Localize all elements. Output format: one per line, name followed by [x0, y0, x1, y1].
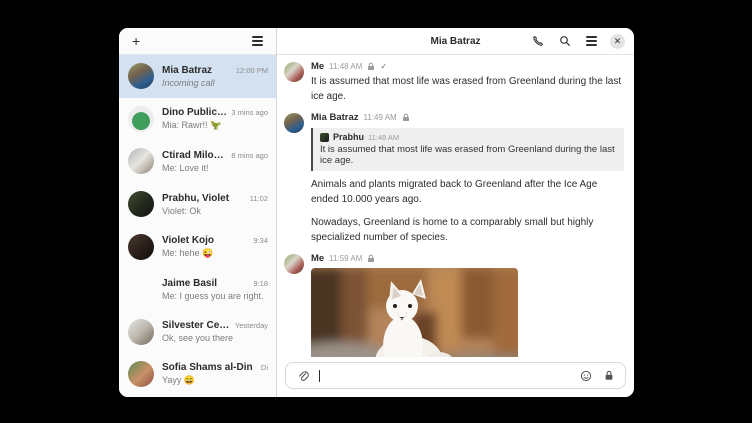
conversation-name: Sofia Shams al-Din: [162, 362, 253, 373]
close-icon: ✕: [614, 37, 622, 46]
conversation-time: 8 mins ago: [231, 151, 268, 160]
conversation-preview: Violet: Ok: [162, 206, 268, 216]
conversation-time: Yesterday: [235, 321, 268, 330]
conversation-time: 9:34: [253, 236, 268, 245]
sidebar-header: +: [119, 28, 276, 55]
avatar: [128, 234, 154, 260]
avatar: [128, 276, 154, 302]
conversation-sidebar: + Mia Batraz 12:00 PM Incoming call: [119, 28, 277, 397]
avatar: [128, 191, 154, 217]
avatar: [284, 62, 304, 82]
conversation-name: Dino Public Chat: [162, 107, 227, 118]
quoted-message[interactable]: Prabhu 11:48 AM It is assumed that most …: [311, 128, 624, 171]
paperclip-icon: [297, 370, 309, 382]
hamburger-icon: [252, 36, 263, 45]
message-time: 11:59 AM: [329, 254, 362, 263]
conversation-name: Ctirad Miloslav: [162, 150, 227, 161]
conversation-time: 12:00 PM: [236, 66, 268, 75]
message-me-1148: Me 11:48 AM ✓ It is assumed that most li…: [284, 60, 624, 104]
chat-header: Mia Batraz ✕: [277, 28, 634, 55]
message-sender: Mia Batraz: [311, 112, 359, 123]
plus-icon: +: [132, 36, 140, 46]
lock-icon: [367, 254, 375, 263]
conversation-time: 11:02: [250, 194, 268, 203]
chat-main-pane: Mia Batraz ✕: [277, 28, 634, 397]
emoji-smiley-icon: [580, 370, 592, 382]
message-mia-1149: Mia Batraz 11:49 AM Prabhu 11:48 AM It i…: [284, 111, 624, 245]
conversation-preview: Me: I guess you are right.: [162, 291, 268, 301]
message-text: Nowadays, Greenland is home to a compara…: [311, 216, 624, 245]
conversation-item-mia-batraz[interactable]: Mia Batraz 12:00 PM Incoming call: [119, 55, 276, 98]
conversation-name: Violet Kojo: [162, 235, 214, 246]
conversation-name: Prabhu, Violet: [162, 193, 229, 204]
conversation-preview: Me: Love it!: [162, 163, 268, 173]
message-sender: Me: [311, 253, 324, 264]
conversation-list: Mia Batraz 12:00 PM Incoming call Dino P…: [119, 55, 276, 397]
avatar: [284, 113, 304, 133]
message-composer: [285, 362, 626, 389]
lock-icon: [604, 370, 614, 381]
avatar: [128, 148, 154, 174]
new-chat-button[interactable]: +: [130, 34, 142, 48]
conversation-item-sofia-shams-al-din[interactable]: Sofia Shams al-Din Di Yayy 😄: [119, 353, 276, 396]
avatar: [284, 254, 304, 274]
conversation-preview: Incoming call: [162, 78, 268, 88]
quote-text: It is assumed that most life was erased …: [320, 144, 616, 166]
close-button[interactable]: ✕: [610, 34, 625, 49]
encryption-lock-button[interactable]: [602, 368, 616, 383]
emoji-picker-button[interactable]: [578, 368, 594, 384]
message-time: 11:49 AM: [364, 113, 397, 122]
call-button[interactable]: [530, 33, 546, 49]
lock-icon: [367, 62, 375, 71]
avatar: [128, 63, 154, 89]
message-text: Animals and plants migrated back to Gree…: [311, 178, 624, 207]
conversation-name: Mia Batraz: [162, 65, 212, 76]
quote-time: 11:48 AM: [368, 133, 399, 142]
avatar: [320, 133, 329, 142]
conversation-item-silvester-cefin[interactable]: Silvester Cefin Yesterday Ok, see you th…: [119, 311, 276, 354]
conversation-item-violet-kojo[interactable]: Violet Kojo 9:34 Me: hehe 😜: [119, 225, 276, 268]
delivered-check-icon: ✓: [380, 62, 387, 71]
lock-icon: [402, 113, 410, 122]
conversation-time: 9:18: [253, 279, 268, 288]
conversation-name: Jaime Basil: [162, 278, 217, 289]
conversation-preview: Mia: Rawr!! 🦖: [162, 120, 268, 131]
arctic-fox-image[interactable]: [311, 268, 518, 357]
conversation-item-jaime-basil[interactable]: Jaime Basil 9:18 Me: I guess you are rig…: [119, 268, 276, 311]
avatar: [128, 106, 154, 132]
conversation-preview: Yayy 😄: [162, 375, 268, 386]
avatar: [128, 361, 154, 387]
conversation-preview: Me: hehe 😜: [162, 248, 268, 259]
message-input[interactable]: [320, 367, 570, 385]
message-text: It is assumed that most life was erased …: [311, 75, 624, 104]
conversation-item-prabhu-violet[interactable]: Prabhu, Violet 11:02 Violet: Ok: [119, 183, 276, 226]
sidebar-menu-button[interactable]: [250, 34, 265, 47]
conversation-item-ctirad-miloslav[interactable]: Ctirad Miloslav 8 mins ago Me: Love it!: [119, 140, 276, 183]
attach-file-button[interactable]: [295, 368, 311, 384]
conversation-preview: Ok, see you there: [162, 333, 268, 343]
message-sender: Me: [311, 61, 324, 72]
conversation-item-dino-public-chat[interactable]: Dino Public Chat 3 mins ago Mia: Rawr!! …: [119, 98, 276, 141]
message-me-1159: Me 11:59 AM: [284, 252, 624, 357]
chat-app-window: + Mia Batraz 12:00 PM Incoming call: [119, 28, 634, 397]
search-button[interactable]: [557, 33, 573, 49]
search-icon: [559, 35, 571, 47]
conversation-time: Di: [261, 363, 268, 372]
phone-icon: [532, 35, 544, 47]
quote-sender: Prabhu: [333, 132, 364, 142]
message-time: 11:48 AM: [329, 62, 362, 71]
avatar: [128, 319, 154, 345]
conversation-name: Silvester Cefin: [162, 320, 231, 331]
conversation-time: 3 mins ago: [231, 108, 268, 117]
message-list: Me 11:48 AM ✓ It is assumed that most li…: [277, 55, 634, 357]
hamburger-icon: [586, 36, 597, 45]
room-menu-button[interactable]: [584, 34, 599, 47]
